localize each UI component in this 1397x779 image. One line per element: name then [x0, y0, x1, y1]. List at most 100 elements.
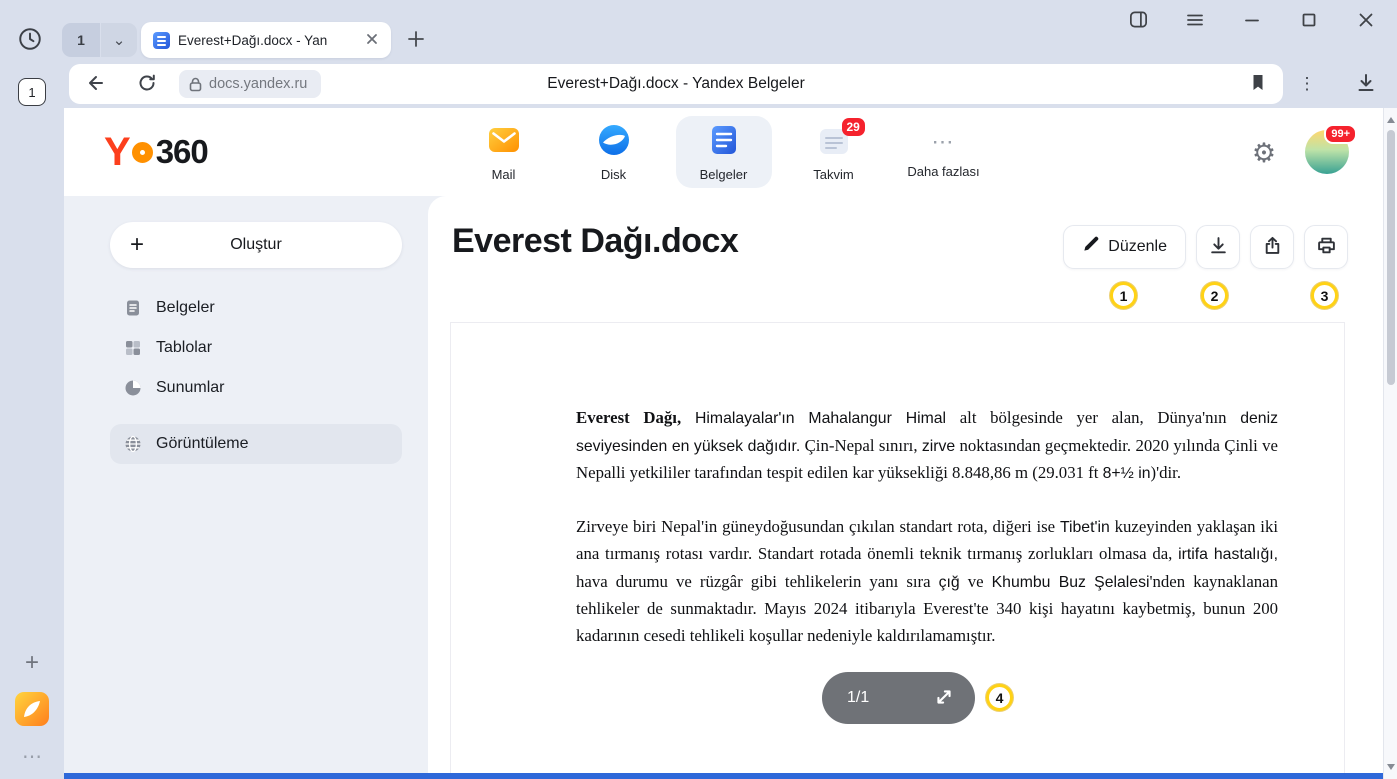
download-document-button[interactable] [1196, 225, 1240, 269]
close-icon [1357, 11, 1375, 32]
document-text: Everest Dağı, Himalayalar'ın Mahalangur … [576, 405, 1278, 675]
plus-icon [407, 30, 425, 51]
tab-group: 1 ⌄ [62, 23, 137, 57]
settings-button[interactable]: ⚙ [1247, 136, 1281, 170]
service-disk[interactable]: Disk [566, 116, 662, 188]
sidebar-menu: Belgeler Tablolar Sunumlar [110, 288, 402, 464]
service-more[interactable]: ⋯ Daha fazlası [896, 116, 992, 188]
browser-window: 1 ⌄ Everest+Dağı.docx - Yan [0, 0, 1397, 779]
tab-group-count[interactable]: 1 [62, 23, 100, 57]
sidebar-item-belgeler[interactable]: Belgeler [110, 288, 402, 328]
browser-side-rail: 1 + ⋯ [0, 60, 64, 779]
share-document-button[interactable] [1250, 225, 1294, 269]
rail-tab-counter[interactable]: 1 [18, 78, 46, 106]
document-paragraph: Zirveye biri Nepal'in güneydoğusundan çı… [576, 514, 1278, 650]
more-dots-icon: ⋯ [22, 744, 42, 769]
print-button[interactable] [1304, 225, 1348, 269]
tab-title: Everest+Dağı.docx - Yan [178, 33, 355, 48]
new-tab-button[interactable] [404, 28, 428, 52]
download-icon [1355, 72, 1377, 97]
address-row: docs.yandex.ru Everest+Dağı.docx - Yande… [64, 60, 1397, 108]
page-bottom-strip [64, 773, 1383, 779]
globe-icon [124, 435, 142, 453]
web-content: Y 360 Mail [64, 108, 1383, 779]
rail-bottom: + ⋯ [0, 648, 64, 769]
document-icon [124, 299, 142, 317]
sidebar-item-label: Görüntüleme [156, 435, 249, 453]
refresh-button[interactable] [135, 73, 159, 95]
service-belgeler[interactable]: Belgeler [676, 116, 772, 188]
scrollbar-thumb[interactable] [1387, 130, 1395, 385]
browser-tab-active[interactable]: Everest+Dağı.docx - Yan [141, 22, 391, 58]
share-icon [1263, 236, 1282, 258]
app-body: + Oluştur Belgeler Tablolar [64, 196, 1383, 779]
tab-close-button[interactable] [363, 31, 381, 49]
create-button[interactable]: + Oluştur [110, 222, 402, 268]
sidebar-item-label: Sunumlar [156, 379, 224, 397]
edit-button-label: Düzenle [1108, 238, 1167, 256]
annotation-2: 2 [1201, 282, 1228, 309]
page-menu-button[interactable]: ⋮ [1295, 72, 1319, 96]
maximize-button[interactable] [1298, 10, 1320, 32]
tab-group-expand-button[interactable]: ⌄ [101, 23, 137, 57]
more-dots-icon: ⋯ [932, 125, 956, 159]
plus-icon: + [25, 649, 39, 677]
service-nav: Mail Disk [64, 116, 1383, 188]
page-indicator: 1/1 [847, 689, 869, 707]
mail-icon [487, 123, 521, 162]
profile-button[interactable]: 99+ [1305, 130, 1349, 174]
domain-pill[interactable]: docs.yandex.ru [179, 70, 321, 98]
page-navigator[interactable]: 1/1 [822, 672, 975, 724]
sidebar-item-label: Tablolar [156, 339, 212, 357]
browser-logo-button[interactable] [14, 691, 50, 730]
sidebar-item-goruntuleme[interactable]: Görüntüleme [110, 424, 402, 464]
window-controls [1127, 10, 1377, 32]
back-button[interactable] [82, 73, 106, 95]
edit-button[interactable]: Düzenle [1063, 225, 1186, 269]
yandex-browser-logo-icon [14, 691, 50, 730]
annotation-4: 4 [986, 684, 1013, 711]
browser-menu-button[interactable] [1184, 10, 1206, 32]
maximize-icon [1300, 11, 1318, 32]
disk-icon [597, 123, 631, 162]
minimize-icon [1243, 11, 1261, 32]
refresh-icon [137, 73, 157, 96]
print-icon [1317, 236, 1336, 258]
menu-icon [1185, 10, 1205, 33]
minimize-button[interactable] [1241, 10, 1263, 32]
notification-badge: 99+ [1324, 124, 1357, 144]
fullscreen-icon[interactable] [934, 687, 956, 709]
history-clock-button[interactable] [16, 26, 44, 54]
sidebar-item-label: Belgeler [156, 299, 215, 317]
service-takvim[interactable]: 29 Takvim [786, 116, 882, 188]
calendar-date-badge: 29 [842, 118, 865, 136]
sidebar-item-tablolar[interactable]: Tablolar [110, 328, 402, 368]
back-arrow-icon [83, 73, 105, 96]
service-mail[interactable]: Mail [456, 116, 552, 188]
chevron-down-icon: ⌄ [113, 31, 126, 49]
scroll-down-arrow[interactable] [1387, 764, 1395, 772]
omnibox[interactable]: docs.yandex.ru Everest+Dağı.docx - Yande… [69, 64, 1283, 104]
sidebar-item-sunumlar[interactable]: Sunumlar [110, 368, 402, 408]
documents-icon [707, 123, 741, 162]
bookmark-button[interactable] [1247, 73, 1269, 95]
address-row-actions: ⋮ [1267, 60, 1397, 108]
service-label: Disk [601, 167, 626, 182]
download-icon [1209, 236, 1228, 258]
downloads-button[interactable] [1353, 71, 1379, 97]
side-panel-icon [1128, 9, 1149, 33]
close-window-button[interactable] [1355, 10, 1377, 32]
clock-icon [17, 26, 43, 55]
vertical-scrollbar[interactable] [1383, 108, 1397, 779]
annotation-3: 3 [1311, 282, 1338, 309]
rail-add-button[interactable]: + [17, 648, 47, 678]
service-label: Belgeler [700, 167, 748, 182]
document-title: Everest Dağı.docx [452, 222, 738, 261]
annotation-1: 1 [1110, 282, 1137, 309]
bookmark-icon [1249, 73, 1267, 95]
tab-strip: 1 ⌄ Everest+Dağı.docx - Yan [0, 0, 1397, 60]
side-panel-button[interactable] [1127, 10, 1149, 32]
rail-more-button[interactable]: ⋯ [17, 743, 47, 769]
scroll-up-arrow[interactable] [1387, 115, 1395, 123]
table-icon [124, 339, 142, 357]
